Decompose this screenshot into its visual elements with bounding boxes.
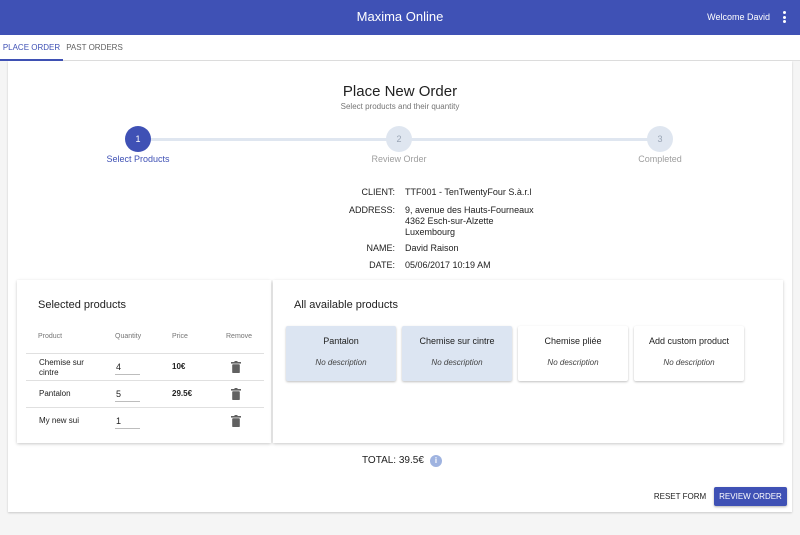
tab-bar: PLACE ORDER PAST ORDERS [0,35,800,61]
row-price: 10€ [172,362,186,371]
page-subtitle: Select products and their quantity [340,102,460,111]
product-description: No description [663,358,715,367]
address-line-1: 9, avenue des Hauts-Fourneaux [405,205,534,215]
row-product: Pantalon [39,389,71,398]
table-row: Pantalon 5 29.5€ [26,380,264,407]
product-name: Pantalon [323,336,359,346]
header-quantity: Quantity [115,333,142,340]
table-row: My new sui 1 [26,407,264,434]
tab-place-order[interactable]: PLACE ORDER [0,35,63,61]
order-card: Place New Order Select products and thei… [8,61,792,512]
step-3-circle: 3 [647,126,673,152]
page-title: Place New Order [342,83,458,100]
date-label: DATE: [369,260,395,270]
product-description: No description [315,358,367,367]
review-order-button[interactable]: REVIEW ORDER [714,487,787,506]
date-value: 05/06/2017 10:19 AM [405,260,491,270]
trash-icon[interactable] [231,388,241,400]
welcome-text: Welcome David [707,12,770,22]
client-label: CLIENT: [361,187,395,197]
tab-past-orders[interactable]: PAST ORDERS [63,35,126,61]
quantity-input[interactable]: 1 [115,414,140,429]
product-card-pantalon[interactable]: Pantalon No description [286,326,396,381]
selected-products-panel: Selected products Product Quantity Price… [17,280,271,443]
row-price: 29.5€ [172,389,193,398]
client-value: TTF001 - TenTwentyFour S.à.r.l [405,187,532,197]
available-products-panel: All available products Pantalon No descr… [273,280,783,443]
quantity-input[interactable]: 5 [115,387,140,402]
header-remove: Remove [226,333,253,340]
product-name: Add custom product [648,336,730,346]
product-name: Chemise pliée [544,336,602,346]
address-label: ADDRESS: [348,205,395,215]
quantity-input[interactable]: 4 [115,360,140,375]
app-bar: Maxima Online Welcome David [0,0,800,35]
name-label: NAME: [366,243,395,253]
product-card-chemise-sur-cintre[interactable]: Chemise sur cintre No description [402,326,512,381]
step-2-label: Review Order [371,154,427,164]
product-name: Chemise sur cintre [419,336,495,346]
product-card-chemise-pliee[interactable]: Chemise pliée No description [518,326,628,381]
header-price: Price [172,333,188,340]
step-3-label: Completed [638,154,682,164]
reset-form-button[interactable]: RESET FORM [648,487,712,506]
info-icon[interactable]: i [430,455,442,467]
product-card-add-custom[interactable]: Add custom product No description [634,326,744,381]
product-description: No description [547,358,599,367]
app-title: Maxima Online [356,9,444,24]
selected-products-title: Selected products [38,299,127,311]
order-total: TOTAL: 39.5€ [362,455,424,466]
row-product: Chemise sur cintre [39,358,84,377]
more-vert-icon[interactable] [778,9,790,25]
address-line-3: Luxembourg [405,227,456,237]
header-product: Product [38,333,63,340]
name-value: David Raison [405,243,459,253]
table-row: Chemise sur cintre 4 10€ [26,353,264,380]
product-description: No description [431,358,483,367]
row-product: My new sui [39,416,80,425]
trash-icon[interactable] [231,415,241,427]
available-products-title: All available products [294,299,398,311]
step-2-circle: 2 [386,126,412,152]
trash-icon[interactable] [231,361,241,373]
step-1-circle: 1 [125,126,151,152]
address-line-2: 4362 Esch-sur-Alzette [405,216,494,226]
step-1-label: Select Products [106,154,170,164]
